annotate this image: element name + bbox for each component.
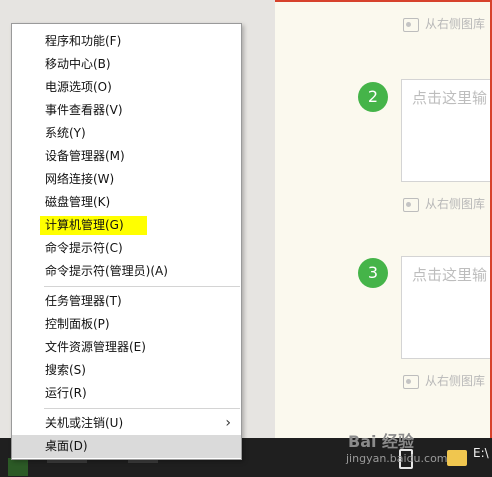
menu-item-task-manager[interactable]: 任务管理器(T) [12, 290, 241, 313]
menu-item-mobility-center[interactable]: 移动中心(B) [12, 53, 241, 76]
winx-context-menu: 程序和功能(F) 移动中心(B) 电源选项(O) 事件查看器(V) 系统(Y) … [11, 23, 242, 460]
image-icon [403, 374, 419, 389]
menu-item-label: 程序和功能(F) [45, 34, 122, 48]
menu-item-label: 搜索(S) [45, 363, 86, 377]
menu-item-control-panel[interactable]: 控制面板(P) [12, 313, 241, 336]
menu-item-file-explorer[interactable]: 文件资源管理器(E) [12, 336, 241, 359]
image-icon [403, 197, 419, 212]
baidu-watermark-url: jingyan.baidu.com [346, 452, 448, 465]
menu-item-label: 运行(R) [45, 386, 87, 400]
step-input-placeholder: 点击这里输 [412, 266, 488, 284]
step-number-badge: 2 [358, 82, 388, 112]
menu-item-label: 关机或注销(U) [45, 416, 124, 430]
menu-separator [44, 286, 240, 287]
menu-item-label: 设备管理器(M) [45, 149, 125, 163]
image-hint-text: 从右侧图库 [425, 197, 486, 211]
menu-item-system[interactable]: 系统(Y) [12, 122, 241, 145]
menu-item-event-viewer[interactable]: 事件查看器(V) [12, 99, 241, 122]
menu-item-search[interactable]: 搜索(S) [12, 359, 241, 382]
menu-item-label: 事件查看器(V) [45, 103, 123, 117]
menu-item-label: 命令提示符(管理员)(A) [45, 264, 168, 278]
folder-icon[interactable] [447, 450, 467, 466]
image-hint-text: 从右侧图库 [425, 17, 486, 31]
menu-item-label: 文件资源管理器(E) [45, 340, 146, 354]
menu-item-label: 桌面(D) [45, 439, 88, 453]
start-button[interactable] [8, 458, 28, 476]
menu-item-power-options[interactable]: 电源选项(O) [12, 76, 241, 99]
menu-item-label: 任务管理器(T) [45, 294, 122, 308]
step-text-input[interactable]: 点击这里输 [401, 256, 492, 359]
menu-item-programs-features[interactable]: 程序和功能(F) [12, 30, 241, 53]
menu-item-command-prompt-admin[interactable]: 命令提示符(管理员)(A) [12, 260, 241, 283]
menu-item-desktop[interactable]: 桌面(D) [12, 435, 241, 458]
baidu-watermark: Bai 经验 [348, 432, 415, 451]
menu-separator [44, 408, 240, 409]
image-hint-row[interactable]: 从右侧图库 [403, 372, 485, 389]
menu-item-shutdown-signout[interactable]: 关机或注销(U) › [12, 412, 241, 435]
menu-item-label: 控制面板(P) [45, 317, 110, 331]
menu-item-disk-management[interactable]: 磁盘管理(K) [12, 191, 241, 214]
menu-item-label: 计算机管理(G) [45, 218, 124, 232]
menu-item-run[interactable]: 运行(R) [12, 382, 241, 405]
step-input-placeholder: 点击这里输 [412, 89, 488, 107]
menu-item-label: 网络连接(W) [45, 172, 115, 186]
image-hint-row[interactable]: 从右侧图库 [403, 15, 485, 32]
chevron-right-icon: › [225, 415, 231, 431]
step-text-input[interactable]: 点击这里输 [401, 79, 492, 182]
menu-item-label: 系统(Y) [45, 126, 86, 140]
image-hint-row[interactable]: 从右侧图库 [403, 195, 485, 212]
editor-panel: 从右侧图库 2 点击这里输 从右侧图库 3 点击这里输 从右侧图库 [275, 0, 492, 438]
menu-item-device-manager[interactable]: 设备管理器(M) [12, 145, 241, 168]
menu-item-label: 电源选项(O) [45, 80, 112, 94]
menu-item-label: 移动中心(B) [45, 57, 111, 71]
drive-label[interactable]: E:\ [473, 446, 489, 460]
menu-item-computer-management[interactable]: 计算机管理(G) [12, 214, 241, 237]
step-number-badge: 3 [358, 258, 388, 288]
menu-item-network-connections[interactable]: 网络连接(W) [12, 168, 241, 191]
menu-item-command-prompt[interactable]: 命令提示符(C) [12, 237, 241, 260]
image-hint-text: 从右侧图库 [425, 374, 486, 388]
image-icon [403, 17, 419, 32]
menu-item-label: 命令提示符(C) [45, 241, 123, 255]
editor-top-border [275, 0, 492, 2]
menu-item-label: 磁盘管理(K) [45, 195, 111, 209]
